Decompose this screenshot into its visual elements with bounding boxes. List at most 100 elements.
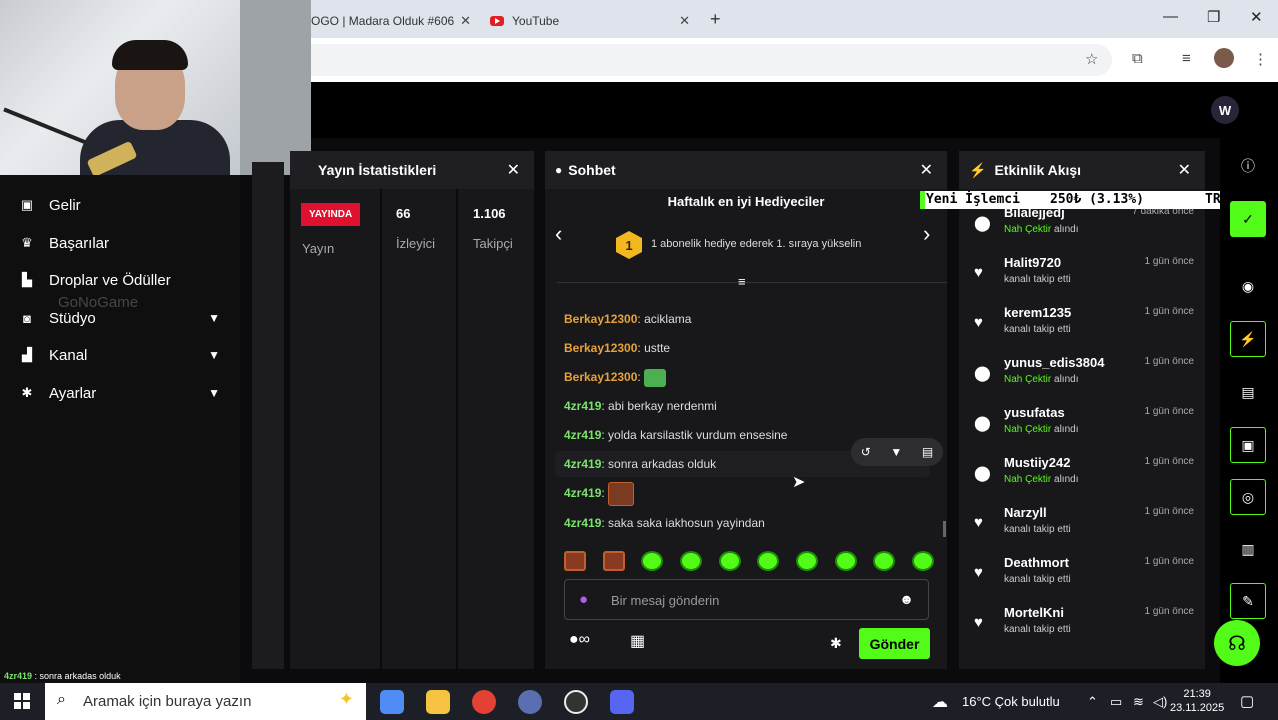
close-icon[interactable]: ✕ (507, 160, 520, 180)
obs-icon[interactable] (564, 690, 588, 714)
delete-icon[interactable]: ▤ (922, 445, 933, 459)
bolt-icon[interactable]: ⚡ (1230, 321, 1266, 357)
clock[interactable]: 21:39 23.11.2025 (1170, 687, 1224, 715)
sidebar-item-achievements[interactable]: ♛ Başarılar (20, 231, 225, 255)
chat-message[interactable]: Berkay12300: (564, 369, 667, 387)
chat-username[interactable]: 4zr419 (564, 399, 601, 413)
volume-icon[interactable]: ◁) (1153, 694, 1167, 710)
chat-message[interactable]: 4zr419: yolda karsilastik vurdum ensesin… (564, 428, 787, 442)
activity-item[interactable]: ♥ kerem1235 kanalı takip etti 1 gün önce (974, 305, 1194, 345)
layout-icon[interactable]: ▥ (1230, 531, 1266, 567)
emote-button[interactable] (757, 551, 780, 571)
chat-message[interactable]: 4zr419: sonra arkadas olduk (564, 457, 716, 471)
close-icon[interactable]: ✕ (1178, 160, 1191, 180)
emote-button[interactable] (873, 551, 896, 571)
filter-icon[interactable]: ≡ (738, 274, 746, 289)
sidebar-item-income[interactable]: ▣ Gelir (20, 193, 225, 217)
close-icon[interactable]: ✕ (920, 160, 933, 180)
activity-item[interactable]: ♥ Deathmort kanalı takip etti 1 gün önce (974, 555, 1194, 595)
emote-button[interactable] (834, 551, 857, 571)
info-icon[interactable]: ⓘ (1230, 148, 1266, 184)
tab-madara[interactable]: OGO | Madara Olduk #606 ✕ (311, 6, 471, 36)
menu-icon[interactable]: ⋮ (1253, 50, 1268, 68)
maximize-button[interactable]: ❐ (1207, 8, 1220, 26)
windows-start-icon[interactable] (14, 693, 30, 709)
activity-item[interactable]: ♥ Narzyll kanalı takip etti 1 gün önce (974, 505, 1194, 545)
activity-item[interactable]: ⬤ Mustiiy242 Nah Çektir alındı 1 gün önc… (974, 455, 1194, 495)
chat-username[interactable]: Berkay12300 (564, 370, 637, 384)
wrench-icon[interactable]: ✎ (1230, 583, 1266, 619)
activity-item[interactable]: ♥ MortelKni kanalı takip etti 1 gün önce (974, 605, 1194, 645)
profile-avatar[interactable] (1214, 48, 1234, 68)
scrollbar[interactable] (943, 521, 946, 537)
send-button[interactable]: Gönder (859, 628, 930, 659)
camera-icon[interactable]: ◉ (1230, 268, 1266, 304)
chat-message[interactable]: 4zr419: (564, 482, 635, 506)
chat-username[interactable]: Berkay12300 (564, 312, 637, 326)
points-icon[interactable]: ●∞ (569, 631, 590, 649)
file-explorer-icon[interactable] (426, 690, 450, 714)
chat-message[interactable]: 4zr419: saka saka iakhosun yayindan (564, 516, 765, 530)
chevron-up-icon[interactable]: ⌃ (1087, 694, 1098, 710)
close-window-button[interactable]: ✕ (1250, 8, 1263, 26)
extensions-icon[interactable]: ⧉ (1132, 50, 1143, 67)
collapsed-panel (252, 162, 284, 669)
emote-button[interactable] (718, 551, 741, 571)
copilot-icon[interactable] (380, 690, 404, 714)
microphone-icon[interactable]: ● (579, 591, 588, 608)
network-icon[interactable]: ▭ (1110, 694, 1122, 710)
chat-username[interactable]: 4zr419 (564, 428, 601, 442)
chat-icon[interactable]: ▣ (1230, 427, 1266, 463)
sidebar-item-drops[interactable]: ▙ Droplar ve Ödüller (20, 268, 225, 292)
wifi-icon[interactable]: ≋ (1133, 694, 1144, 710)
discord-icon[interactable] (610, 690, 634, 714)
sidebar-item-settings[interactable]: ✱ Ayarlar ▼ (20, 381, 225, 405)
chat-username[interactable]: 4zr419 (564, 516, 601, 530)
chat-message[interactable]: Berkay12300: ustte (564, 341, 670, 355)
chat-input[interactable]: ● Bir mesaj gönderin ☻ (564, 579, 929, 620)
activity-item[interactable]: ♥ Halit9720 kanalı takip etti 1 gün önce (974, 255, 1194, 295)
user-avatar[interactable]: W (1211, 96, 1239, 124)
chat-message[interactable]: 4zr419: abi berkay nerdenmi (564, 399, 717, 413)
minimize-button[interactable]: — (1163, 8, 1178, 25)
sidebar-item-channel[interactable]: ▟ Kanal ▼ (20, 343, 225, 367)
weather-text[interactable]: 16°C Çok bulutlu (962, 694, 1060, 709)
notification-icon[interactable]: ▢ (1240, 692, 1254, 710)
emote-button[interactable] (641, 551, 664, 571)
new-tab-button[interactable]: + (710, 9, 721, 30)
prev-arrow-icon[interactable]: ‹ (555, 221, 562, 247)
omnibox[interactable] (300, 44, 1112, 76)
tab-youtube[interactable]: YouTube ✕ (490, 6, 690, 36)
emote-button[interactable] (679, 551, 702, 571)
support-icon[interactable]: ☊ (1214, 620, 1260, 666)
close-tab-icon[interactable]: ✕ (679, 13, 690, 29)
emoji-icon[interactable]: ☻ (899, 591, 914, 607)
next-arrow-icon[interactable]: › (923, 221, 930, 247)
broadcast-icon[interactable]: ◎ (1230, 479, 1266, 515)
chrome-icon[interactable] (472, 690, 496, 714)
reply-icon[interactable]: ↺ (861, 445, 871, 459)
emote-button[interactable] (564, 551, 586, 571)
star-icon[interactable]: ☆ (1085, 50, 1098, 68)
chat-message[interactable]: Berkay12300: aciklama (564, 312, 691, 326)
activity-item[interactable]: ⬤ Bilalejjedj Nah Çektir alındı 7 dakika… (974, 205, 1194, 245)
close-tab-icon[interactable]: ✕ (460, 13, 471, 29)
media-icon[interactable]: ≡ (1182, 50, 1191, 67)
store-icon[interactable]: ▦ (630, 631, 645, 651)
taskbar-search[interactable]: ⌕ Aramak için buraya yazın ✦ (45, 683, 366, 720)
chat-username[interactable]: 4zr419 (564, 486, 601, 500)
activity-item[interactable]: ⬤ yunus_edis3804 Nah Çektir alındı 1 gün… (974, 355, 1194, 395)
chat-username[interactable]: 4zr419 (564, 457, 601, 471)
chat-username[interactable]: Berkay12300 (564, 341, 637, 355)
pin-icon[interactable]: ▼ (890, 445, 902, 459)
emote-button[interactable] (911, 551, 934, 571)
activity-item[interactable]: ⬤ yusufatas Nah Çektir alındı 1 gün önce (974, 405, 1194, 445)
leaderboard-text: 1 abonelik hediye ederek 1. sıraya yükse… (651, 238, 862, 250)
gear-icon[interactable]: ✱ (830, 635, 842, 652)
emote-button[interactable] (795, 551, 818, 571)
activity-description: Nah Çektir alındı (1004, 474, 1079, 485)
check-icon[interactable]: ✓ (1230, 201, 1266, 237)
document-icon[interactable]: ▤ (1230, 374, 1266, 410)
emote-button[interactable] (602, 551, 625, 571)
app-icon[interactable] (518, 690, 542, 714)
